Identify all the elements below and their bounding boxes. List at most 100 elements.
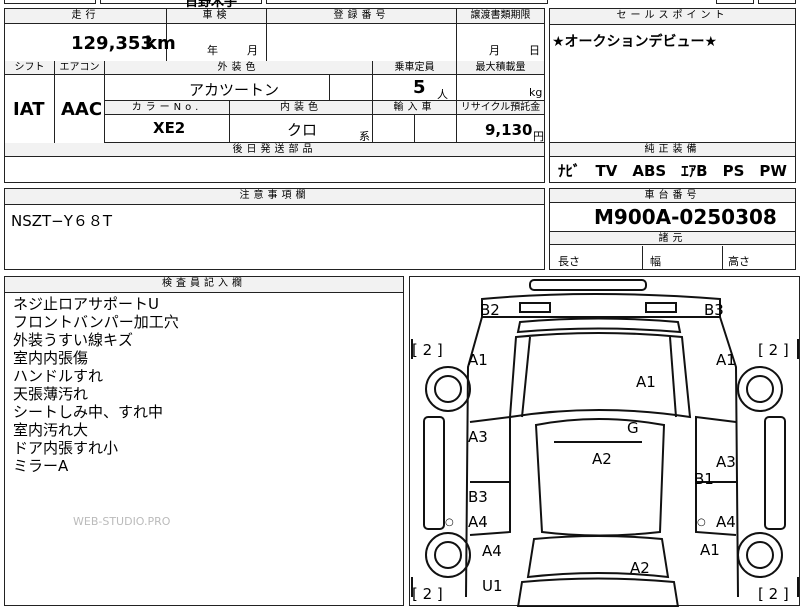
caution-value: NSZT−Y６８T xyxy=(11,210,112,231)
capacity-unit: 人 xyxy=(437,86,448,102)
dim-divider-1 xyxy=(642,246,643,269)
vehicle-info-grid: 走行 車検 登録番号 譲渡書類期限 129,353 km 年 月 月 日 シフト… xyxy=(4,8,545,183)
mark-a2-center: A2 xyxy=(592,450,612,468)
roof-strip xyxy=(530,280,646,290)
mark-a3-left: A3 xyxy=(468,428,488,446)
headlight-right xyxy=(646,303,676,312)
bracket-rear-right: [ 2 ] xyxy=(758,585,789,603)
import-header: 輸入車 xyxy=(373,101,457,115)
import-cell-a xyxy=(373,115,415,143)
exterior-extra-cell xyxy=(330,75,373,101)
mark-u1: U1 xyxy=(482,577,503,595)
equipment-value: ﾅﾋﾞ TV ABS ｴｱB PS PW xyxy=(558,160,787,181)
chassis-value: M900A-0250308 xyxy=(594,205,777,229)
sales-point-header: セールスポイント xyxy=(550,9,795,25)
wheel-front-right xyxy=(738,367,782,411)
front-bumper-outline xyxy=(482,294,720,317)
aircon-header: エアコン xyxy=(55,61,105,75)
transfer-day-label: 日 xyxy=(529,42,540,58)
hood-panel xyxy=(518,319,680,333)
inspector-box: 検査員記入欄 ネジ止ロアサポートU フロントバンパー加工穴 外装うすい線キズ 室… xyxy=(4,276,404,606)
inspector-note: 室内汚れ大 xyxy=(13,421,88,439)
later-parts-header: 後日発送部品 xyxy=(5,143,544,157)
chassis-header: 車台番号 xyxy=(550,189,795,203)
capacity-value: 5 xyxy=(413,77,426,98)
inspector-note: ハンドルすれ xyxy=(13,367,103,385)
registration-header: 登録番号 xyxy=(267,9,457,24)
interior-header: 内装色 xyxy=(230,101,373,115)
max-load-unit: kg xyxy=(529,86,542,99)
top-strip-right xyxy=(266,0,548,4)
wheel-front-right-hub xyxy=(747,376,773,402)
mark-b3-left: B3 xyxy=(468,488,488,506)
mileage-header: 走行 xyxy=(5,9,167,24)
inspection-month-label: 月 xyxy=(247,42,258,58)
roof-panel xyxy=(536,419,664,536)
transfer-docs-header: 譲渡書類期限 xyxy=(457,9,544,24)
sales-point-text: ★オークションデビュー★ xyxy=(552,31,717,51)
pillar-right xyxy=(670,337,676,417)
bracket-rear-left: [ 2 ] xyxy=(412,585,443,603)
capacity-header: 乗車定員 xyxy=(373,61,457,75)
mark-b2: B2 xyxy=(480,301,500,319)
mark-b1: B1 xyxy=(694,470,714,488)
inspector-note: シートしみ中、すれ中 xyxy=(13,403,163,421)
inspector-note: ネジ止ロアサポートU xyxy=(13,295,159,313)
headlight-left xyxy=(520,303,550,312)
mark-o-right: ○ xyxy=(697,517,706,528)
sill-left xyxy=(424,417,444,529)
mileage-value: 129,353 xyxy=(71,33,153,54)
recycle-unit: 円 xyxy=(533,128,544,144)
exterior-header: 外装色 xyxy=(105,61,373,75)
shift-header: シフト xyxy=(5,61,55,75)
dimensions-width: 幅 xyxy=(650,253,661,269)
car-diagram-box: B2 B3 A1 A1 A1 A3 G A2 A3 B1 B3 A4 A4 A4… xyxy=(409,276,800,606)
windshield-hood xyxy=(510,333,690,417)
mark-a2-rear: A2 xyxy=(630,559,650,577)
exterior-value: アカツートン xyxy=(189,79,279,100)
wheel-rear-left xyxy=(426,533,470,577)
mark-a1-center: A1 xyxy=(636,373,656,391)
inspector-note: 室内内張傷 xyxy=(13,349,88,367)
interior-value: クロ xyxy=(287,119,317,140)
wheel-rear-right-hub xyxy=(747,542,773,568)
mark-o-left: ○ xyxy=(445,517,454,528)
mark-a1-right: A1 xyxy=(716,351,736,369)
recycle-header: リサイクル預託金 xyxy=(457,101,544,115)
front-door-left xyxy=(470,417,510,482)
bracket-front-right: [ 2 ] xyxy=(758,341,789,359)
inspector-header: 検査員記入欄 xyxy=(5,277,403,293)
transfer-month-label: 月 xyxy=(489,42,500,58)
caution-box: 注意事項欄 NSZT−Y６８T xyxy=(4,188,545,270)
max-load-header: 最大積載量 xyxy=(457,61,544,75)
mark-a4-left: A4 xyxy=(468,513,488,531)
car-diagram: B2 B3 A1 A1 A1 A3 G A2 A3 B1 B3 A4 A4 A4… xyxy=(410,277,800,607)
inspection-year-label: 年 xyxy=(207,42,218,58)
sill-right xyxy=(765,417,785,529)
mark-a4-right: A4 xyxy=(716,513,736,531)
mark-a1-lower-right: A1 xyxy=(700,541,720,559)
inspector-note: 天張薄汚れ xyxy=(13,385,88,403)
color-no-header: カラーNo. xyxy=(105,101,230,115)
chassis-box: 車台番号 M900A-0250308 諸元 長さ 幅 高さ xyxy=(549,188,796,270)
inspector-note: 外装うすい線キズ xyxy=(13,331,133,349)
mark-b3-top: B3 xyxy=(704,301,724,319)
mark-a3-right: A3 xyxy=(716,453,736,471)
wheel-front-left-hub xyxy=(435,376,461,402)
rear-bumper xyxy=(518,579,678,607)
dimensions-height: 高さ xyxy=(728,253,750,269)
import-cell-b xyxy=(415,115,457,143)
interior-suffix: 系 xyxy=(359,128,370,144)
top-strip-mid xyxy=(100,0,262,4)
dimensions-header: 諸元 xyxy=(550,231,795,245)
color-no-value: XE2 xyxy=(153,119,185,137)
top-strip-left xyxy=(4,0,96,4)
shift-value: IAT xyxy=(13,99,45,120)
caution-header: 注意事項欄 xyxy=(5,189,544,205)
wheel-rear-left-hub xyxy=(435,542,461,568)
dimensions-length: 長さ xyxy=(558,253,580,269)
wheel-rear-right xyxy=(738,533,782,577)
pillar-left xyxy=(522,337,530,417)
equipment-header: 純正装備 xyxy=(550,143,795,157)
inspection-header: 車検 xyxy=(167,9,267,24)
